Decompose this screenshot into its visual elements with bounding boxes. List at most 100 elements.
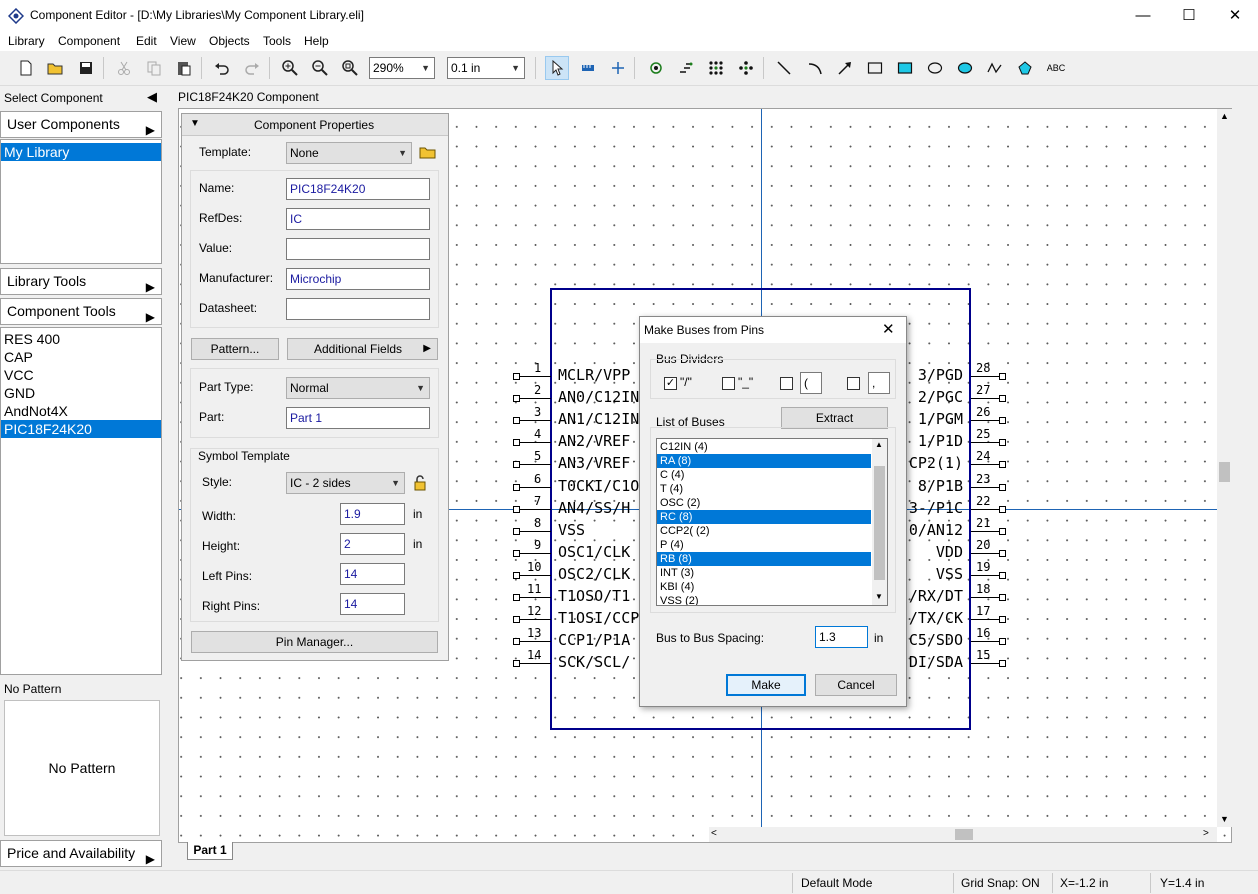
pin-endpoint[interactable] (513, 571, 520, 579)
list-item[interactable]: My Library (1, 143, 161, 161)
pattern-button[interactable]: Pattern... (191, 338, 279, 360)
minimize-button[interactable]: — (1120, 0, 1166, 31)
cancel-button[interactable]: Cancel (815, 674, 897, 696)
user-components-header[interactable]: User Components ▶ (0, 111, 162, 138)
part-type-select[interactable]: Normal ▼ (286, 377, 430, 399)
bus-list-item[interactable]: T (4) (657, 482, 871, 496)
right-pins-field[interactable]: 14 (340, 593, 405, 615)
close-window-button[interactable]: ✕ (1212, 0, 1258, 31)
open-icon[interactable] (44, 56, 68, 80)
bus-list-item[interactable]: RB (8) (657, 552, 871, 566)
width-field[interactable]: 1.9 (340, 503, 405, 525)
dialog-close-button[interactable]: ✕ (882, 320, 895, 338)
height-field[interactable]: 2 (340, 533, 405, 555)
pin-line[interactable] (517, 530, 551, 532)
pin-endpoint[interactable] (999, 483, 1006, 491)
list-item[interactable]: VCC (1, 366, 161, 384)
filled-rectangle-icon[interactable] (893, 56, 917, 80)
refdes-field[interactable]: IC (286, 208, 430, 230)
pin-endpoint[interactable] (999, 616, 1006, 624)
maximize-button[interactable]: ☐ (1166, 0, 1212, 31)
component-tools-header[interactable]: Component Tools ▶ (0, 298, 162, 325)
scroll-down-icon[interactable]: ▼ (875, 592, 883, 601)
make-button[interactable]: Make (726, 674, 806, 696)
vertical-scrollbar[interactable]: ▲ ▼ (1217, 109, 1232, 827)
ellipse-icon[interactable] (923, 56, 947, 80)
arrow-icon[interactable] (833, 56, 857, 80)
pin-line[interactable] (517, 464, 551, 466)
list-item[interactable]: GND (1, 384, 161, 402)
bus-list-item[interactable]: C (4) (657, 468, 871, 482)
bus-list-item[interactable]: RA (8) (657, 454, 871, 468)
grid-size-combo[interactable]: 0.1 in ▼ (447, 57, 525, 79)
pin-line[interactable] (517, 508, 551, 510)
divider-checkbox-comma[interactable] (847, 377, 860, 390)
undo-icon[interactable] (210, 56, 234, 80)
pin-line[interactable] (517, 486, 551, 488)
pin-endpoint[interactable] (999, 439, 1006, 447)
list-item[interactable]: CAP (1, 348, 161, 366)
pin-endpoint[interactable] (513, 616, 520, 624)
pin-endpoint[interactable] (999, 461, 1006, 469)
scroll-down-icon[interactable]: ▼ (1220, 814, 1229, 824)
bus-list-item[interactable]: OSC (2) (657, 496, 871, 510)
new-icon[interactable] (14, 56, 38, 80)
bus-list-item[interactable]: KBI (4) (657, 580, 871, 594)
bus-list-item[interactable]: INT (3) (657, 566, 871, 580)
zoom-fit-icon[interactable] (338, 56, 362, 80)
properties-header[interactable]: ▼ Component Properties (182, 114, 448, 136)
manufacturer-field[interactable]: Microchip (286, 268, 430, 290)
menu-library[interactable]: Library (8, 34, 45, 48)
vertical-scroll-thumb[interactable] (1219, 462, 1230, 482)
pin-line[interactable] (517, 574, 551, 576)
extract-button[interactable]: Extract (781, 407, 888, 429)
divider-checkbox-paren[interactable] (780, 377, 793, 390)
left-pins-field[interactable]: 14 (340, 563, 405, 585)
pin-grid-icon[interactable] (704, 56, 728, 80)
scroll-right-icon[interactable]: > (1203, 828, 1209, 839)
list-item[interactable]: RES 400 (1, 330, 161, 348)
scroll-up-icon[interactable]: ▲ (1220, 111, 1229, 121)
cut-icon[interactable] (112, 56, 136, 80)
filled-ellipse-icon[interactable] (953, 56, 977, 80)
polyline-icon[interactable] (983, 56, 1007, 80)
paste-icon[interactable] (172, 56, 196, 80)
bus-list-scrollbar[interactable]: ▲ ▼ (872, 439, 887, 605)
bus-list-item[interactable]: CCP2( (2) (657, 524, 871, 538)
part-field[interactable]: Part 1 (286, 407, 430, 429)
additional-fields-button[interactable]: Additional Fields ▶ (287, 338, 438, 360)
menu-component[interactable]: Component (58, 34, 120, 48)
redo-icon[interactable] (240, 56, 264, 80)
polygon-icon[interactable] (1013, 56, 1037, 80)
line-icon[interactable] (772, 56, 796, 80)
menu-tools[interactable]: Tools (263, 34, 291, 48)
zoom-combo[interactable]: 290% ▼ (369, 57, 435, 79)
pin-endpoint[interactable] (999, 571, 1006, 579)
save-icon[interactable] (74, 56, 98, 80)
lock-icon[interactable] (413, 475, 427, 491)
menu-edit[interactable]: Edit (136, 34, 157, 48)
pin-endpoint[interactable] (513, 505, 520, 513)
text-icon[interactable]: ABC (1043, 56, 1069, 80)
scroll-up-icon[interactable]: ▲ (875, 440, 883, 449)
menu-help[interactable]: Help (304, 34, 329, 48)
copy-icon[interactable] (142, 56, 166, 80)
pin-line[interactable] (517, 442, 551, 444)
divider-comma-field[interactable]: , (868, 372, 890, 394)
price-availability-header[interactable]: Price and Availability ▶ (0, 840, 162, 867)
pin-endpoint[interactable] (999, 660, 1006, 668)
pin-line[interactable] (517, 420, 551, 422)
pin-array-icon[interactable] (674, 56, 698, 80)
zoom-out-icon[interactable] (308, 56, 332, 80)
add-pin-icon[interactable] (644, 56, 668, 80)
list-item[interactable]: AndNot4X (1, 402, 161, 420)
pin-endpoint[interactable] (999, 417, 1006, 425)
pin-endpoint[interactable] (513, 373, 520, 380)
pin-endpoint[interactable] (999, 395, 1006, 403)
divider-checkbox-underscore[interactable] (722, 377, 735, 390)
pin-endpoint[interactable] (513, 660, 520, 668)
component-list[interactable]: RES 400 CAP VCC GND AndNot4X PIC18F24K20 (0, 327, 162, 675)
pin-endpoint[interactable] (999, 373, 1006, 380)
pin-endpoint[interactable] (999, 638, 1006, 646)
divider-paren-field[interactable]: ( (800, 372, 822, 394)
